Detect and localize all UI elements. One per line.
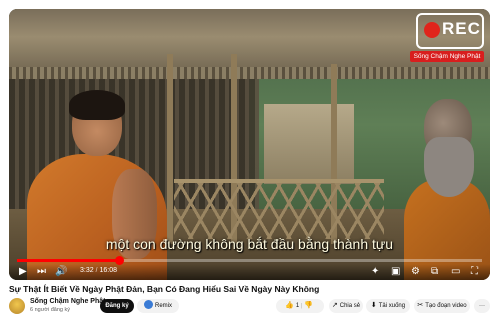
video-player[interactable]: REC Sống Chậm Nghe Phật một con đường kh…	[9, 9, 490, 280]
clip-icon: ✂	[417, 302, 424, 309]
play-icon[interactable]: ▶	[19, 265, 27, 279]
remix-label: Remix	[154, 303, 172, 309]
thumbs-down-icon[interactable]: 👎	[304, 302, 313, 309]
current-time: 3:32	[80, 267, 94, 274]
rec-watermark: REC Sống Chậm Nghe Phật	[410, 13, 484, 62]
autoplay-icon[interactable]: ✦	[371, 265, 379, 279]
rec-channel-label: Sống Chậm Nghe Phật	[410, 51, 484, 62]
remix-button[interactable]: Remix	[137, 299, 179, 313]
share-label: Chia sẻ	[339, 303, 361, 309]
volume-icon[interactable]: 🔊	[55, 265, 67, 279]
fullscreen-icon[interactable]: ⛶	[471, 265, 478, 279]
progress-fill	[17, 259, 119, 262]
like-dislike-button[interactable]: 👍 1 | 👎	[276, 299, 324, 313]
theater-icon[interactable]: ▭	[451, 265, 460, 279]
rec-label: REC	[442, 19, 481, 38]
clip-button[interactable]: ✂ Tạo đoạn video	[414, 299, 470, 313]
download-icon: ⬇	[370, 302, 377, 309]
rec-dot-icon	[424, 22, 440, 38]
time-display: 3:32 / 16:08	[80, 267, 117, 274]
duration: 16:08	[99, 267, 117, 274]
clip-label: Tạo đoạn video	[425, 303, 467, 309]
share-button[interactable]: ↗ Chia sẻ	[329, 299, 363, 313]
subscribe-button[interactable]: Đăng ký	[100, 299, 134, 313]
next-icon[interactable]: ⏭	[37, 265, 46, 279]
scene-fence	[174, 179, 384, 239]
remix-icon	[143, 300, 153, 309]
scene-fence-rail	[174, 179, 384, 183]
channel-name[interactable]: Sống Chậm Nghe Phật	[30, 298, 105, 305]
video-title: Sự Thật Ít Biết Về Ngày Phật Đản, Bạn Có…	[9, 284, 320, 294]
player-controls: ▶ ⏭ 🔊 3:32 / 16:08 ✦ ▣ ⚙ ⧉ ▭ ⛶	[9, 264, 490, 280]
download-button[interactable]: ⬇ Tải xuống	[366, 299, 410, 313]
miniplayer-icon[interactable]: ⧉	[431, 265, 438, 279]
share-icon: ↗	[331, 302, 338, 309]
young-monk	[27, 90, 167, 280]
old-monk	[394, 99, 490, 280]
video-subtitle: một con đường không bắt đầu bằng thành t…	[105, 236, 394, 252]
like-count: 1	[295, 303, 300, 309]
scene-post	[167, 54, 173, 244]
gear-icon[interactable]: ⚙	[411, 265, 420, 279]
download-label: Tải xuống	[378, 303, 406, 309]
subscriber-count: 6 người đăng ký	[30, 307, 71, 313]
scene-hut	[264, 104, 354, 184]
progress-bar[interactable]	[17, 256, 482, 265]
channel-avatar[interactable]	[9, 298, 25, 314]
captions-icon[interactable]: ▣	[391, 265, 400, 279]
thumbs-up-icon[interactable]: 👍	[285, 302, 294, 309]
more-actions-button[interactable]: ···	[474, 299, 490, 313]
